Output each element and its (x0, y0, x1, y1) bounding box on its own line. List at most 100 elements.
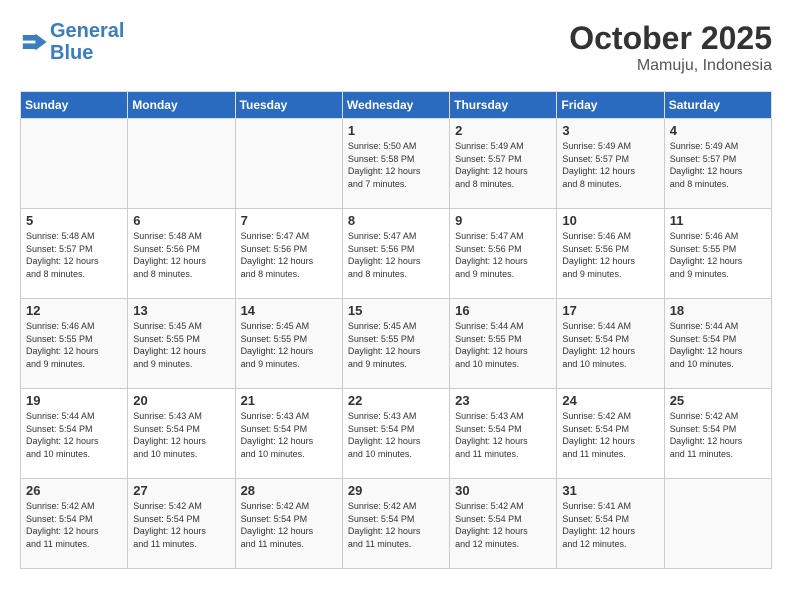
calendar-cell: 18 Sunrise: 5:44 AM Sunset: 5:54 PM Dayli… (664, 299, 771, 389)
day-info: Sunrise: 5:44 AM Sunset: 5:54 PM Dayligh… (562, 320, 658, 370)
day-number: 9 (455, 213, 551, 228)
day-info: Sunrise: 5:46 AM Sunset: 5:55 PM Dayligh… (670, 230, 766, 280)
day-number: 31 (562, 483, 658, 498)
day-info: Sunrise: 5:43 AM Sunset: 5:54 PM Dayligh… (455, 410, 551, 460)
day-number: 26 (26, 483, 122, 498)
calendar-cell: 16Sunrise: 5:44 AM Sunset: 5:55 PM Dayli… (450, 299, 557, 389)
weekday-header-wednesday: Wednesday (342, 92, 449, 119)
calendar-header-row: SundayMondayTuesdayWednesdayThursdayFrid… (21, 92, 772, 119)
calendar-cell: 30 Sunrise: 5:42 AM Sunset: 5:54 PM Dayli… (450, 479, 557, 569)
calendar-cell: 27 Sunrise: 5:42 AM Sunset: 5:54 PM Dayli… (128, 479, 235, 569)
day-info: Sunrise: 5:44 AM Sunset: 5:54 PM Dayligh… (670, 320, 766, 370)
day-info: Sunrise: 5:42 AM Sunset: 5:54 PM Dayligh… (26, 500, 122, 550)
calendar-cell: 3 Sunrise: 5:49 AM Sunset: 5:57 PM Daylig… (557, 119, 664, 209)
calendar-cell (21, 119, 128, 209)
calendar-cell: 28Sunrise: 5:42 AM Sunset: 5:54 PM Dayli… (235, 479, 342, 569)
day-info: Sunrise: 5:42 AM Sunset: 5:54 PM Dayligh… (133, 500, 229, 550)
day-number: 25 (670, 393, 766, 408)
calendar-cell: 26 Sunrise: 5:42 AM Sunset: 5:54 PM Dayli… (21, 479, 128, 569)
calendar-cell: 12 Sunrise: 5:46 AM Sunset: 5:55 PM Dayli… (21, 299, 128, 389)
calendar-week-5: 26 Sunrise: 5:42 AM Sunset: 5:54 PM Dayli… (21, 479, 772, 569)
page-header: General Blue October 2025 Mamuju, Indone… (20, 20, 772, 75)
day-number: 6 (133, 213, 229, 228)
day-number: 11 (670, 213, 766, 228)
weekday-header-saturday: Saturday (664, 92, 771, 119)
day-number: 22 (348, 393, 444, 408)
day-number: 12 (26, 303, 122, 318)
day-number: 4 (670, 123, 766, 138)
logo-line1: General (50, 20, 124, 42)
day-number: 8 (348, 213, 444, 228)
day-info: Sunrise: 5:44 AM Sunset: 5:55 PM Dayligh… (455, 320, 551, 370)
calendar-cell: 9Sunrise: 5:47 AM Sunset: 5:56 PM Daylig… (450, 209, 557, 299)
month-title: October 2025 (569, 20, 772, 57)
calendar-cell: 22 Sunrise: 5:43 AM Sunset: 5:54 PM Dayli… (342, 389, 449, 479)
day-info: Sunrise: 5:49 AM Sunset: 5:57 PM Dayligh… (670, 140, 766, 190)
day-number: 30 (455, 483, 551, 498)
day-info: Sunrise: 5:45 AM Sunset: 5:55 PM Dayligh… (133, 320, 229, 370)
day-number: 28 (241, 483, 337, 498)
calendar-week-3: 12 Sunrise: 5:46 AM Sunset: 5:55 PM Dayli… (21, 299, 772, 389)
day-number: 7 (241, 213, 337, 228)
day-info: Sunrise: 5:48 AM Sunset: 5:57 PM Dayligh… (26, 230, 122, 280)
calendar-cell: 11 Sunrise: 5:46 AM Sunset: 5:55 PM Dayli… (664, 209, 771, 299)
day-number: 23 (455, 393, 551, 408)
calendar-cell: 31Sunrise: 5:41 AM Sunset: 5:54 PM Dayli… (557, 479, 664, 569)
day-info: Sunrise: 5:45 AM Sunset: 5:55 PM Dayligh… (241, 320, 337, 370)
calendar-body: 1 Sunrise: 5:50 AM Sunset: 5:58 PM Daylig… (21, 119, 772, 569)
day-info: Sunrise: 5:42 AM Sunset: 5:54 PM Dayligh… (562, 410, 658, 460)
calendar-cell: 6 Sunrise: 5:48 AM Sunset: 5:56 PM Daylig… (128, 209, 235, 299)
day-number: 2 (455, 123, 551, 138)
day-number: 18 (670, 303, 766, 318)
calendar-cell: 29Sunrise: 5:42 AM Sunset: 5:54 PM Dayli… (342, 479, 449, 569)
day-info: Sunrise: 5:50 AM Sunset: 5:58 PM Dayligh… (348, 140, 444, 190)
day-info: Sunrise: 5:49 AM Sunset: 5:57 PM Dayligh… (455, 140, 551, 190)
logo: General Blue (20, 20, 124, 64)
day-number: 20 (133, 393, 229, 408)
weekday-header-sunday: Sunday (21, 92, 128, 119)
day-info: Sunrise: 5:44 AM Sunset: 5:54 PM Dayligh… (26, 410, 122, 460)
day-info: Sunrise: 5:47 AM Sunset: 5:56 PM Dayligh… (348, 230, 444, 280)
calendar-cell: 20 Sunrise: 5:43 AM Sunset: 5:54 PM Dayli… (128, 389, 235, 479)
calendar-cell: 15Sunrise: 5:45 AM Sunset: 5:55 PM Dayli… (342, 299, 449, 389)
calendar-cell: 14 Sunrise: 5:45 AM Sunset: 5:55 PM Dayli… (235, 299, 342, 389)
weekday-header-friday: Friday (557, 92, 664, 119)
day-info: Sunrise: 5:43 AM Sunset: 5:54 PM Dayligh… (241, 410, 337, 460)
title-block: October 2025 Mamuju, Indonesia (569, 20, 772, 75)
calendar-week-2: 5 Sunrise: 5:48 AM Sunset: 5:57 PM Daylig… (21, 209, 772, 299)
day-number: 3 (562, 123, 658, 138)
calendar-cell (664, 479, 771, 569)
day-number: 29 (348, 483, 444, 498)
day-number: 19 (26, 393, 122, 408)
day-number: 1 (348, 123, 444, 138)
calendar-cell: 1 Sunrise: 5:50 AM Sunset: 5:58 PM Daylig… (342, 119, 449, 209)
calendar-cell: 2 Sunrise: 5:49 AM Sunset: 5:57 PM Daylig… (450, 119, 557, 209)
calendar-table: SundayMondayTuesdayWednesdayThursdayFrid… (20, 91, 772, 569)
day-info: Sunrise: 5:45 AM Sunset: 5:55 PM Dayligh… (348, 320, 444, 370)
day-info: Sunrise: 5:43 AM Sunset: 5:54 PM Dayligh… (133, 410, 229, 460)
calendar-cell: 19 Sunrise: 5:44 AM Sunset: 5:54 PM Dayli… (21, 389, 128, 479)
day-info: Sunrise: 5:43 AM Sunset: 5:54 PM Dayligh… (348, 410, 444, 460)
day-number: 24 (562, 393, 658, 408)
calendar-cell (128, 119, 235, 209)
day-info: Sunrise: 5:49 AM Sunset: 5:57 PM Dayligh… (562, 140, 658, 190)
day-info: Sunrise: 5:42 AM Sunset: 5:54 PM Dayligh… (455, 500, 551, 550)
calendar-cell (235, 119, 342, 209)
calendar-cell: 5 Sunrise: 5:48 AM Sunset: 5:57 PM Daylig… (21, 209, 128, 299)
calendar-cell: 23 Sunrise: 5:43 AM Sunset: 5:54 PM Dayli… (450, 389, 557, 479)
day-number: 27 (133, 483, 229, 498)
day-info: Sunrise: 5:46 AM Sunset: 5:56 PM Dayligh… (562, 230, 658, 280)
calendar-week-1: 1 Sunrise: 5:50 AM Sunset: 5:58 PM Daylig… (21, 119, 772, 209)
calendar-week-4: 19 Sunrise: 5:44 AM Sunset: 5:54 PM Dayli… (21, 389, 772, 479)
calendar-cell: 13Sunrise: 5:45 AM Sunset: 5:55 PM Dayli… (128, 299, 235, 389)
day-info: Sunrise: 5:48 AM Sunset: 5:56 PM Dayligh… (133, 230, 229, 280)
location: Mamuju, Indonesia (569, 57, 772, 75)
day-info: Sunrise: 5:46 AM Sunset: 5:55 PM Dayligh… (26, 320, 122, 370)
weekday-header-thursday: Thursday (450, 92, 557, 119)
calendar-cell: 4 Sunrise: 5:49 AM Sunset: 5:57 PM Daylig… (664, 119, 771, 209)
calendar-cell: 7Sunrise: 5:47 AM Sunset: 5:56 PM Daylig… (235, 209, 342, 299)
day-number: 5 (26, 213, 122, 228)
day-number: 10 (562, 213, 658, 228)
day-number: 14 (241, 303, 337, 318)
weekday-header-monday: Monday (128, 92, 235, 119)
